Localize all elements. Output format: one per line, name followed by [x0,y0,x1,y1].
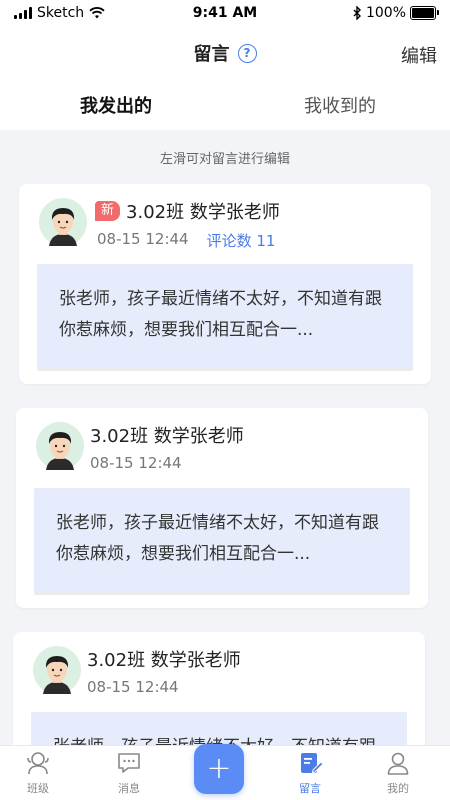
card-meta: 08-15 12:44 [87,678,179,696]
message-card[interactable]: 新 3.02班 数学张老师 08-15 12:44 评论数 11 张老师，孩子最… [19,184,431,384]
card-time: 08-15 12:44 [87,678,179,696]
card-header: 3.02班 数学张老师 [90,422,244,448]
message-bubble: 张老师，孩子最近情绪不太好，不知道有跟你惹麻烦，想要我们相互配合一... [37,264,413,368]
card-header: 3.02班 数学张老师 [87,646,241,672]
bluetooth-icon [353,6,361,20]
tab-bar-label: 班级 [27,782,49,795]
message-icon [118,753,140,773]
message-card[interactable]: 3.02班 数学张老师 08-15 12:44 张老师，孩子最近情绪不太好，不知… [13,632,425,745]
edit-button[interactable]: 编辑 [401,42,437,68]
card-title: 3.02班 数学张老师 [126,202,280,223]
page-title: 留言 [193,44,230,65]
message-bubble: 张老师，孩子最近情绪不太好，不知道有跟你惹麻烦，想要我们相互配合一... [31,712,407,745]
tab-bar-label: 消息 [118,782,140,795]
battery-percent: 100% [365,5,406,21]
nav-title-group: 留言 ? [0,40,450,66]
card-title: 3.02班 数学张老师 [90,426,244,447]
tab-received[interactable]: 我收到的 [304,92,376,118]
segment-tabs: 我发出的 我收到的 [0,80,450,130]
note-edit-icon [301,753,323,774]
message-list: 左滑可对留言进行编辑 新 3.02班 数学张老师 08-15 12:44 评论数… [0,130,450,745]
avatar [36,422,84,470]
tab-bar-item-notes[interactable]: 留言 [280,750,340,796]
bottom-tab-bar: 班级 消息 + 留言 我的 [0,744,450,800]
message-content: 张老师，孩子最近情绪不太好，不知道有跟你惹麻烦，想要我们相互配合一... [56,513,379,564]
avatar [39,198,87,246]
message-bubble: 张老师，孩子最近情绪不太好，不知道有跟你惹麻烦，想要我们相互配合一... [34,488,410,592]
card-meta: 08-15 12:44 评论数 11 [97,230,275,251]
class-icon [27,752,49,775]
avatar [33,646,81,694]
tab-bar-label: 留言 [299,782,321,795]
add-message-button[interactable]: + [194,744,244,794]
message-card[interactable]: 3.02班 数学张老师 08-15 12:44 张老师，孩子最近情绪不太好，不知… [16,408,428,608]
tab-bar-item-messages[interactable]: 消息 [99,750,159,796]
tab-sent[interactable]: 我发出的 [80,92,152,118]
app-screen: Sketch 9:41 AM 100% 留言 ? 编辑 我发出的 我收到的 左滑… [0,0,450,800]
comment-count[interactable]: 评论数 11 [207,230,276,251]
tab-bar-item-class[interactable]: 班级 [8,750,68,796]
plus-icon: + [206,751,232,786]
new-badge: 新 [95,201,121,221]
tab-bar-item-profile[interactable]: 我的 [368,750,428,796]
card-header: 新 3.02班 数学张老师 [95,198,280,224]
card-time: 08-15 12:44 [97,230,189,248]
nav-bar: 留言 ? 编辑 [0,30,450,76]
status-bar: Sketch 9:41 AM 100% [0,0,450,30]
tab-bar-label: 我的 [387,782,409,795]
battery-icon [410,6,439,20]
help-icon[interactable]: ? [237,43,257,63]
user-icon [387,752,409,775]
message-content: 张老师，孩子最近情绪不太好，不知道有跟你惹麻烦，想要我们相互配合一... [59,289,382,340]
card-title: 3.02班 数学张老师 [87,650,241,671]
card-time: 08-15 12:44 [90,454,182,472]
status-right: 100% [353,5,439,21]
swipe-hint: 左滑可对留言进行编辑 [159,152,290,167]
card-meta: 08-15 12:44 [90,454,182,472]
